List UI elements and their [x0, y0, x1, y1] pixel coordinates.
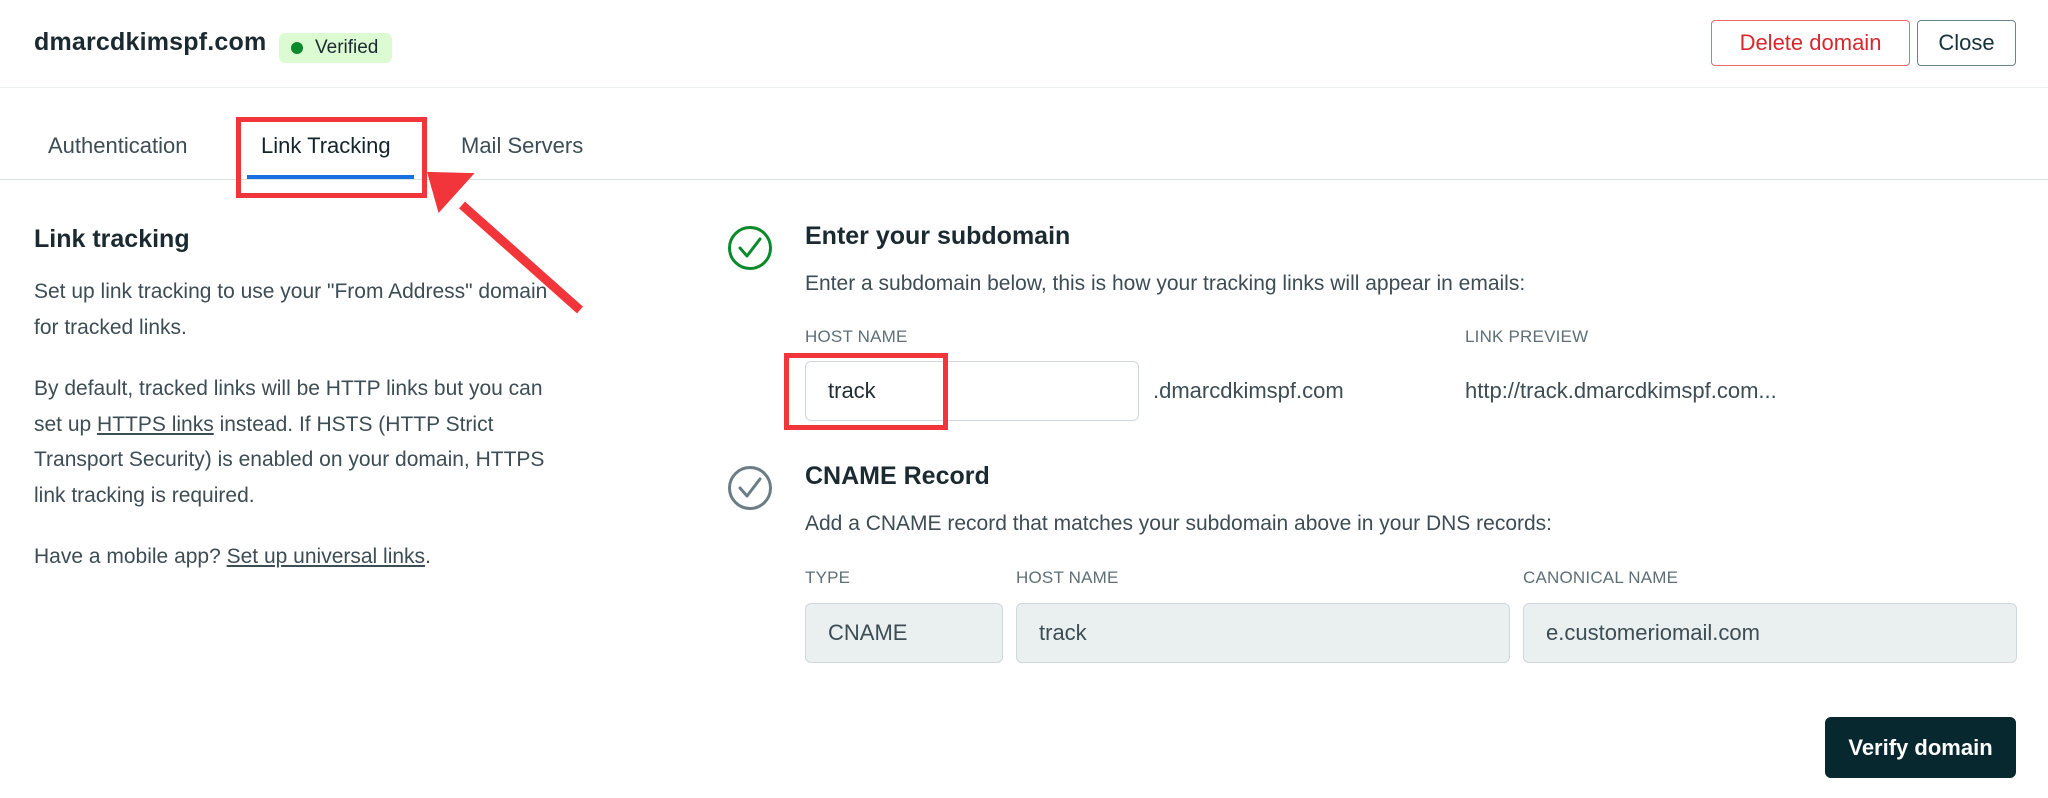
type-field[interactable]: CNAME: [805, 603, 1003, 663]
canonical-name-field[interactable]: e.customeriomail.com: [1523, 603, 2017, 663]
close-button[interactable]: Close: [1917, 20, 2016, 66]
cname-host-field[interactable]: track: [1016, 603, 1510, 663]
host-name-label: HOST NAME: [805, 327, 908, 346]
host-suffix: .dmarcdkimspf.com: [1153, 378, 1344, 403]
tab-mail-servers[interactable]: Mail Servers: [461, 133, 583, 159]
tab-authentication[interactable]: Authentication: [48, 133, 187, 159]
intro-text: Set up link tracking to use your "From A…: [34, 280, 548, 339]
https-text: By default, tracked links will be HTTP l…: [34, 371, 554, 513]
check-circle-icon: [728, 226, 772, 270]
cname-host-name-label: HOST NAME: [1016, 568, 1119, 587]
status-dot-icon: [291, 42, 303, 54]
step1-title: Enter your subdomain: [805, 222, 1071, 250]
check-circle-icon: [728, 466, 772, 510]
step2-description: Add a CNAME record that matches your sub…: [805, 512, 1553, 535]
https-links-link[interactable]: HTTPS links: [97, 413, 214, 436]
delete-domain-button[interactable]: Delete domain: [1711, 20, 1910, 66]
section-title: Link tracking: [34, 225, 190, 253]
mobile-text: Have a mobile app? Set up universal link…: [34, 539, 554, 575]
link-preview-label: LINK PREVIEW: [1465, 327, 1589, 346]
mobile-text-post: .: [425, 545, 431, 568]
link-preview-value: http://track.dmarcdkimspf.com...: [1465, 378, 1777, 403]
annotation-highlight-input: [784, 353, 948, 430]
universal-links-link[interactable]: Set up universal links: [227, 545, 425, 568]
canonical-name-label: CANONICAL NAME: [1523, 568, 1679, 587]
step2-title: CNAME Record: [805, 462, 990, 490]
verify-domain-button[interactable]: Verify domain: [1825, 717, 2016, 778]
status-badge: Verified: [279, 33, 393, 63]
step1-description: Enter a subdomain below, this is how you…: [805, 272, 1526, 295]
link-tracking-info: Link tracking Set up link tracking to us…: [34, 218, 554, 601]
mobile-text-pre: Have a mobile app?: [34, 545, 227, 568]
status-badge-label: Verified: [315, 37, 379, 58]
domain-title: dmarcdkimspf.com: [34, 28, 267, 56]
page-header: dmarcdkimspf.com Verified Delete domain …: [0, 0, 2048, 88]
type-label: TYPE: [805, 568, 851, 587]
annotation-highlight-tab: [236, 117, 427, 198]
